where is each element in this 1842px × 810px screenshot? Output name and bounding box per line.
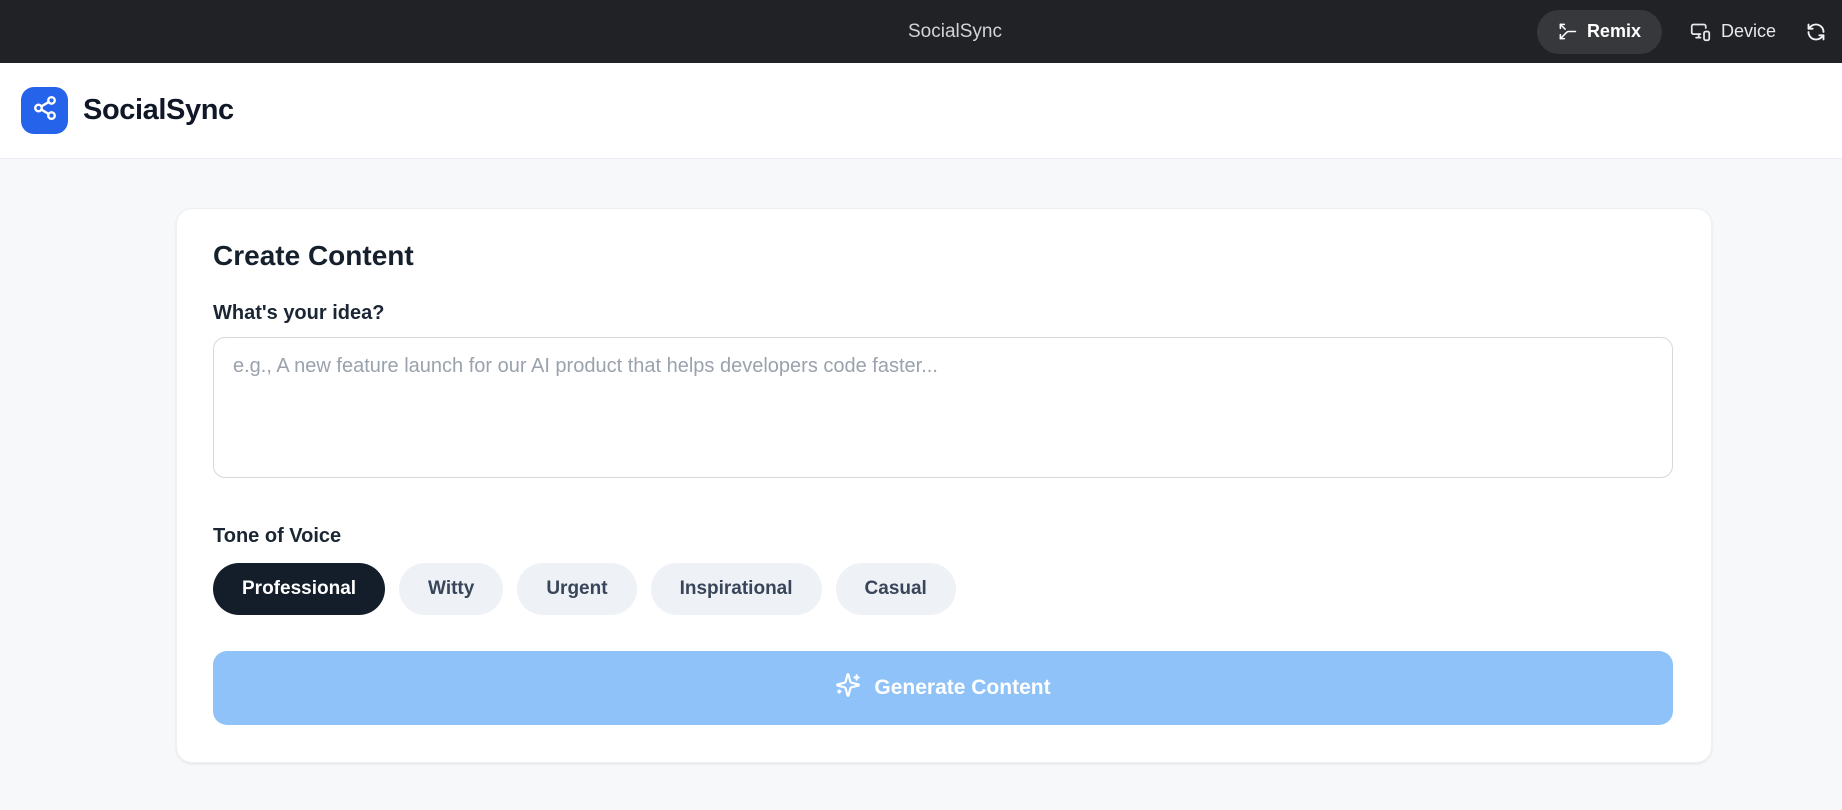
refresh-button[interactable] [1804, 22, 1828, 42]
tone-pill-casual[interactable]: Casual [836, 563, 956, 615]
tone-pill-professional[interactable]: Professional [213, 563, 385, 615]
generate-content-label: Generate Content [874, 676, 1050, 700]
brand-name: SocialSync [83, 94, 234, 127]
card-title: Create Content [213, 240, 1673, 272]
device-button-label: Device [1721, 21, 1776, 42]
sparkles-icon [835, 672, 861, 704]
generate-content-button[interactable]: Generate Content [213, 651, 1673, 725]
refresh-icon [1806, 22, 1826, 42]
idea-label: What's your idea? [213, 302, 1673, 325]
app-header: SocialSync [0, 63, 1842, 159]
share-icon [32, 95, 58, 126]
tone-pill-inspirational[interactable]: Inspirational [651, 563, 822, 615]
preview-title: SocialSync [908, 21, 1002, 43]
tone-pill-witty[interactable]: Witty [399, 563, 503, 615]
preview-toolbar: SocialSync Remix Device [0, 0, 1842, 63]
main-content: Create Content What's your idea? Tone of… [0, 159, 1842, 763]
create-content-card: Create Content What's your idea? Tone of… [176, 208, 1712, 763]
monitor-smartphone-icon [1690, 21, 1711, 42]
tone-label: Tone of Voice [213, 525, 1673, 548]
remix-button[interactable]: Remix [1537, 10, 1662, 54]
idea-textarea[interactable] [213, 337, 1673, 478]
device-button[interactable]: Device [1690, 21, 1776, 42]
brand-logo [21, 87, 68, 134]
tone-options: Professional Witty Urgent Inspirational … [213, 563, 1673, 615]
remix-button-label: Remix [1587, 21, 1641, 42]
split-arrows-icon [1558, 22, 1577, 41]
tone-pill-urgent[interactable]: Urgent [517, 563, 636, 615]
preview-toolbar-actions: Remix Device [1537, 10, 1828, 54]
